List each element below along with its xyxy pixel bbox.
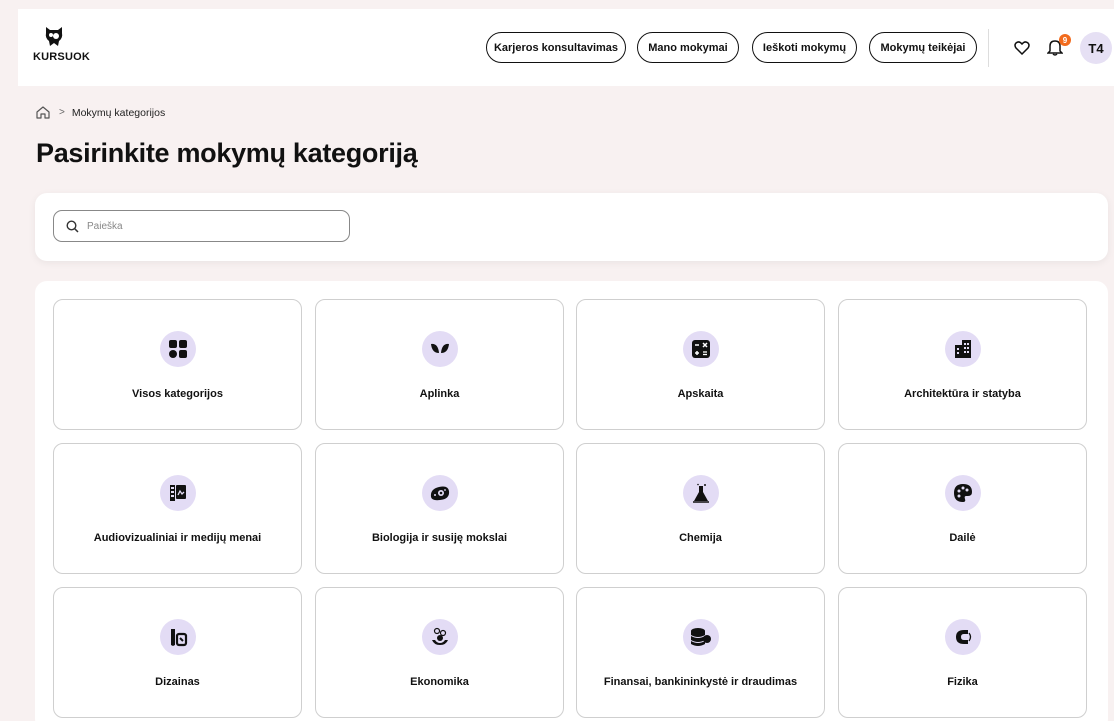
category-card-audiovizualiniai[interactable]: Audiovizualiniai ir medijų menai [53,443,302,574]
search-icon [66,219,79,233]
category-card-aplinka[interactable]: Aplinka [315,299,564,430]
magnet-icon [944,619,981,655]
cell-icon [421,475,458,511]
category-card-fizika[interactable]: Fizika [838,587,1087,718]
header-divider [988,29,989,67]
category-label: Audiovizualiniai ir medijų menai [93,532,262,544]
category-label: Biologija ir susiję mokslai [371,532,508,544]
design-icon [159,619,196,655]
notifications-badge: 9 [1059,34,1071,46]
category-label: Aplinka [419,388,460,400]
search-card [35,193,1108,261]
nav-my-trainings[interactable]: Mano mokymai [637,32,739,63]
chevron-right-icon: > [59,107,65,118]
category-card-biologija[interactable]: Biologija ir susiję mokslai [315,443,564,574]
category-card-finansai[interactable]: Finansai, bankininkystė ir draudimas [576,587,825,718]
buildings-icon [944,331,981,367]
category-card-apskaita[interactable]: Apskaita [576,299,825,430]
categories-panel: Visos kategorijos Aplinka Apskaita Archi… [35,281,1108,721]
economy-icon [421,619,458,655]
search-input[interactable] [87,220,327,232]
favorites-button[interactable] [1011,36,1033,58]
category-card-all[interactable]: Visos kategorijos [53,299,302,430]
category-label: Dizainas [155,676,200,688]
search-box[interactable] [53,210,350,242]
flask-icon [682,475,719,511]
nav-training-providers[interactable]: Mokymų teikėjai [869,32,977,63]
category-card-architektura[interactable]: Architektūra ir statyba [838,299,1087,430]
category-label: Dailė [949,532,976,544]
leaves-icon [421,331,458,367]
category-card-ekonomika[interactable]: Ekonomika [315,587,564,718]
category-label: Ekonomika [410,676,469,688]
breadcrumb-current: Mokymų kategorijos [71,106,166,119]
coins-icon [682,619,719,655]
nav-career-consulting[interactable]: Karjeros konsultavimas [486,32,626,63]
category-card-dizainas[interactable]: Dizainas [53,587,302,718]
breadcrumb: > Mokymų kategorijos [36,106,165,119]
grid-icon [159,331,196,367]
category-label: Visos kategorijos [132,388,223,400]
category-label: Chemija [679,532,722,544]
home-icon[interactable] [36,106,50,119]
category-label: Architektūra ir statyba [904,388,1021,400]
page-title: Pasirinkite mokymų kategoriją [36,138,418,168]
heart-icon [1014,40,1030,55]
category-card-daile[interactable]: Dailė [838,443,1087,574]
calculator-icon [682,331,719,367]
category-label: Apskaita [677,388,724,400]
category-label: Finansai, bankininkystė ir draudimas [603,676,798,688]
palette-icon [944,475,981,511]
logo-text: KURSUOK [33,51,91,63]
media-icon [159,475,196,511]
category-label: Fizika [947,676,978,688]
category-card-chemija[interactable]: Chemija [576,443,825,574]
top-bar: KURSUOK Karjeros konsultavimas Mano moky… [18,9,1114,86]
avatar[interactable]: T4 [1080,32,1112,64]
nav-search-trainings[interactable]: Ieškoti mokymų [752,32,857,63]
logo[interactable]: KURSUOK [33,24,93,74]
cow-logo-icon [45,27,63,46]
